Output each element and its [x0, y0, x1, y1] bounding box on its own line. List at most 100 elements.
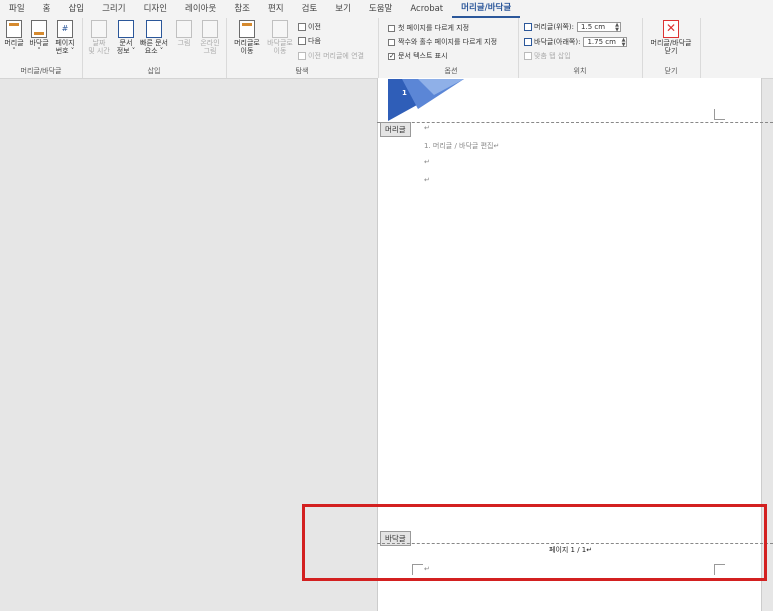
- tab-3[interactable]: 그리기: [93, 0, 134, 18]
- header-boundary-line: [377, 122, 773, 123]
- group-navigation: 머리글로 이동 바닥글로 이동 이전 다음 이전 머리글에 연결 탐색: [226, 18, 379, 78]
- tab-11[interactable]: Acrobat: [401, 0, 452, 18]
- next-icon: [298, 37, 306, 45]
- group-options: 첫 페이지를 다르게 지정 짝수와 홀수 페이지를 다르게 지정 ✓ 문서 텍스…: [384, 18, 519, 78]
- different-odd-even-checkbox[interactable]: 짝수와 홀수 페이지를 다르게 지정: [388, 37, 497, 47]
- paragraph-mark: ↵: [424, 176, 430, 184]
- checkmark-icon: ✓: [388, 51, 395, 60]
- calendar-icon: [91, 20, 107, 38]
- header-banner-graphic: [388, 79, 464, 121]
- margin-corner-mark: [714, 109, 725, 120]
- tab-9[interactable]: 보기: [326, 0, 360, 18]
- previous-button[interactable]: 이전: [298, 22, 321, 32]
- group-position: 머리글(위쪽): 1.5 cm ▲ ▼ 바닥글(아래쪽): 1.75 cm ▲ ▼ …: [518, 18, 643, 78]
- footer-bottom-input[interactable]: 1.75 cm ▲ ▼: [583, 37, 628, 48]
- checkbox-unchecked-icon: [388, 38, 395, 46]
- tab-1[interactable]: 홈: [34, 0, 60, 18]
- quick-parts-button[interactable]: 빠른 문서 요소 ˅: [139, 20, 169, 55]
- document-info-label2: 정보 ˅: [116, 47, 136, 55]
- tab-4[interactable]: 디자인: [135, 0, 176, 18]
- online-picture-label: 온라인: [200, 39, 220, 47]
- quick-parts-label2: 요소 ˅: [144, 47, 164, 55]
- spin-arrows-icon[interactable]: ▲ ▼: [615, 23, 619, 33]
- tab-0[interactable]: 파일: [0, 0, 34, 18]
- go-to-footer-button[interactable]: 바닥글로 이동: [264, 20, 296, 55]
- alignment-tab-icon: [524, 52, 532, 60]
- checkbox-unchecked-icon: [388, 24, 395, 32]
- header-top-value: 1.5 cm: [581, 23, 606, 31]
- next-label: 다음: [308, 37, 321, 45]
- tab-7[interactable]: 편지: [259, 0, 293, 18]
- header-tag: 머리글: [380, 122, 411, 137]
- list-item-text[interactable]: 1. 머리글 / 바닥글 편집↵: [424, 141, 499, 151]
- page-number-button-label: 페이지: [55, 39, 75, 47]
- footer-bottom-value: 1.75 cm: [587, 38, 616, 46]
- picture-button[interactable]: 그림: [172, 20, 196, 47]
- group-label-header-footer: 머리글/바닥글: [20, 67, 62, 75]
- insert-alignment-tab-label: 맞춤 탭 삽입: [534, 52, 571, 60]
- go-to-footer-label: 바닥글로: [267, 39, 293, 47]
- group-label-navigation: 탐색: [295, 67, 309, 75]
- quick-parts-icon: [146, 20, 162, 38]
- header-button-label: 머리글: [4, 39, 24, 47]
- different-first-page-checkbox[interactable]: 첫 페이지를 다르게 지정: [388, 23, 469, 33]
- header-position-icon: [524, 23, 532, 31]
- go-to-footer-icon: [272, 20, 288, 38]
- go-to-header-icon: [239, 20, 255, 38]
- picture-label: 그림: [177, 39, 191, 47]
- tab-5[interactable]: 레이아웃: [176, 0, 225, 18]
- show-document-text-checkbox[interactable]: ✓ 문서 텍스트 표시: [388, 51, 448, 61]
- date-time-label: 날짜: [92, 39, 106, 47]
- ribbon-tab-bar: 파일 홈 삽입 그리기 디자인 레이아웃 참조 편지 검토 보기 도움말 Acrobat 머리글/바닥글: [0, 0, 773, 18]
- quick-parts-label: 빠른 문서: [140, 39, 168, 47]
- go-to-footer-label2: 이동: [273, 47, 287, 55]
- close-header-footer-button[interactable]: ✕ 머리글/바닥글 닫기: [644, 20, 698, 55]
- ribbon: 머리글 ˅ 바닥글 ˅ # 페이지 번호 ˅ 머리글/바닥글 날짜 및 시간 문…: [0, 18, 773, 79]
- header-icon: [6, 20, 22, 38]
- online-picture-button[interactable]: 온라인 그림: [197, 20, 223, 55]
- tab-12[interactable]: 머리글/바닥글: [452, 0, 521, 18]
- online-picture-label2: 그림: [203, 47, 217, 55]
- group-label-options: 옵션: [444, 67, 458, 75]
- tab-8[interactable]: 검토: [293, 0, 327, 18]
- date-time-button[interactable]: 날짜 및 시간: [86, 20, 112, 55]
- link-to-previous-button[interactable]: 이전 머리글에 연결: [298, 51, 364, 61]
- footer-icon: [31, 20, 47, 38]
- group-header-footer: 머리글 ˅ 바닥글 ˅ # 페이지 번호 ˅ 머리글/바닥글: [0, 18, 83, 78]
- group-label-close: 닫기: [664, 67, 678, 75]
- tab-2[interactable]: 삽입: [59, 0, 93, 18]
- highlight-box: [302, 504, 767, 581]
- close-header-footer-label2: 닫기: [664, 47, 678, 55]
- document-info-button[interactable]: 문서 정보 ˅: [113, 20, 139, 55]
- page-number-icon: #: [57, 20, 73, 38]
- date-time-label2: 및 시간: [88, 47, 110, 55]
- page-number-button[interactable]: # 페이지 번호 ˅: [52, 20, 78, 55]
- group-insert: 날짜 및 시간 문서 정보 ˅ 빠른 문서 요소 ˅ 그림 온라인 그림 삽입: [82, 18, 227, 78]
- next-button[interactable]: 다음: [298, 36, 321, 46]
- tab-10[interactable]: 도움말: [360, 0, 401, 18]
- header-top-label: 머리글(위쪽):: [534, 23, 575, 31]
- footer-bottom-label: 바닥글(아래쪽):: [534, 38, 581, 46]
- page-number-button-label2: 번호 ˅: [55, 47, 75, 55]
- document-info-label: 문서: [119, 39, 133, 47]
- paragraph-mark: ↵: [424, 158, 430, 166]
- go-to-header-label: 머리글로: [234, 39, 260, 47]
- group-close: ✕ 머리글/바닥글 닫기 닫기: [642, 18, 701, 78]
- go-to-header-button[interactable]: 머리글로 이동: [232, 20, 262, 55]
- picture-icon: [176, 20, 192, 38]
- footer-bottom-row: 바닥글(아래쪽): 1.75 cm ▲ ▼: [524, 37, 628, 48]
- different-first-page-label: 첫 페이지를 다르게 지정: [398, 24, 470, 32]
- different-odd-even-label: 짝수와 홀수 페이지를 다르게 지정: [398, 38, 498, 46]
- close-icon: ✕: [663, 20, 679, 38]
- footer-button-label: 바닥글: [29, 39, 49, 47]
- spin-arrows-icon[interactable]: ▲ ▼: [622, 38, 626, 48]
- tab-6[interactable]: 참조: [225, 0, 259, 18]
- header-button[interactable]: 머리글 ˅: [2, 20, 26, 55]
- banner-number: 1: [402, 89, 407, 97]
- insert-alignment-tab-button[interactable]: 맞춤 탭 삽입: [524, 51, 571, 61]
- footer-button[interactable]: 바닥글 ˅: [27, 20, 51, 55]
- header-top-input[interactable]: 1.5 cm ▲ ▼: [577, 22, 622, 33]
- footer-dropdown-icon: ˅: [37, 47, 41, 55]
- link-to-previous-label: 이전 머리글에 연결: [308, 52, 364, 60]
- online-picture-icon: [202, 20, 218, 38]
